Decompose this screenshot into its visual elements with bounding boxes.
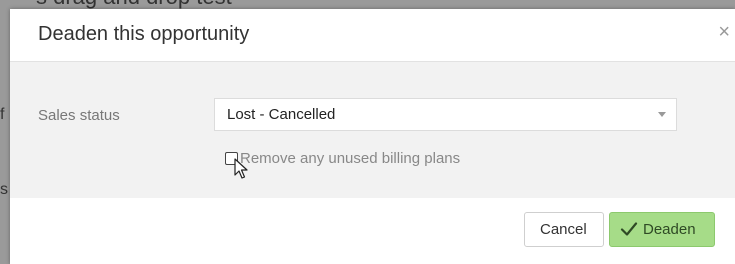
mouse-pointer-icon <box>234 158 248 179</box>
sales-status-value: Lost - Cancelled <box>227 106 336 123</box>
screen: s drag and drop test f s Deaden this opp… <box>0 0 735 264</box>
modal-title: Deaden this opportunity <box>38 23 250 45</box>
deaden-button[interactable]: Deaden <box>609 212 715 247</box>
deaden-button-label: Deaden <box>643 221 696 238</box>
cancel-button-label: Cancel <box>540 221 587 238</box>
sales-status-select[interactable]: Lost - Cancelled <box>214 98 677 131</box>
check-icon <box>620 222 638 236</box>
modal-header: Deaden this opportunity × <box>10 9 735 62</box>
cancel-button[interactable]: Cancel <box>524 212 604 247</box>
sales-status-label: Sales status <box>38 107 120 124</box>
modal-footer: Cancel Deaden <box>10 198 735 264</box>
remove-billing-plans-label[interactable]: Remove any unused billing plans <box>240 150 460 167</box>
modal-body: Sales status Lost - Cancelled Remove any… <box>10 62 735 198</box>
background-char-2: s <box>0 181 8 198</box>
chevron-down-icon <box>658 112 666 117</box>
background-char-1: f <box>0 106 5 123</box>
close-icon[interactable]: × <box>718 22 730 42</box>
deaden-modal: Deaden this opportunity × Sales status L… <box>10 9 735 264</box>
